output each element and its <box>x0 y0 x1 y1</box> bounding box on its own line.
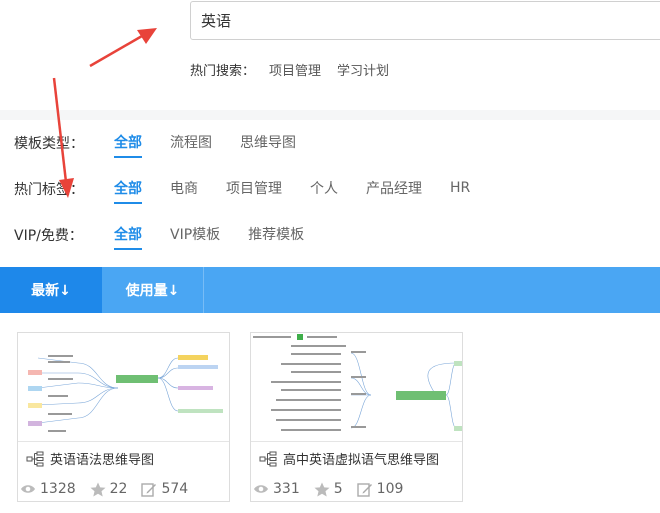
filter-tag-personal[interactable]: 个人 <box>310 178 338 201</box>
like-count: 5 <box>314 481 343 497</box>
sort-bar: 最新↓ 使用量↓ <box>0 267 660 313</box>
search-input[interactable] <box>190 1 660 40</box>
star-icon <box>90 482 106 496</box>
filter-vip-all[interactable]: 全部 <box>114 224 142 250</box>
edit-count: 109 <box>356 481 403 497</box>
template-title: 英语语法思维导图 <box>50 453 155 468</box>
search-area: 热门搜索： 项目管理 学习计划 <box>0 0 660 110</box>
filter-vip-recommended[interactable]: 推荐模板 <box>248 224 304 247</box>
filter-tag-ecommerce[interactable]: 电商 <box>170 178 198 201</box>
mindmap-icon <box>259 451 277 466</box>
hot-search-link-project[interactable]: 项目管理 <box>269 60 321 79</box>
template-title-row[interactable]: 英语语法思维导图 <box>26 449 154 468</box>
eye-icon <box>254 485 268 493</box>
template-thumbnail[interactable] <box>18 333 229 442</box>
filter-type-all[interactable]: 全部 <box>114 132 142 158</box>
view-count: 331 <box>253 481 300 497</box>
template-title: 高中英语虚拟语气思维导图 <box>283 453 440 468</box>
view-count: 1328 <box>20 481 76 497</box>
sort-newest-button[interactable]: 最新↓ <box>0 267 102 313</box>
filter-label-vip: VIP/免费： <box>14 228 83 244</box>
edit-icon <box>141 482 157 497</box>
hot-search-link-study[interactable]: 学习计划 <box>337 60 389 79</box>
filter-row-vip: VIP/免费： 全部 VIP模板 推荐模板 <box>14 223 332 250</box>
filter-tag-all[interactable]: 全部 <box>114 178 142 204</box>
section-divider <box>0 110 660 120</box>
filter-type-flowchart[interactable]: 流程图 <box>170 132 212 155</box>
template-thumbnail[interactable] <box>251 333 462 442</box>
filter-tag-pm[interactable]: 产品经理 <box>366 178 422 201</box>
like-count: 22 <box>90 481 127 497</box>
template-card[interactable]: 高中英语虚拟语气思维导图 331 5 109 <box>250 332 463 502</box>
edit-icon <box>356 482 372 497</box>
filter-row-type: 模板类型： 全部 流程图 思维导图 <box>14 131 324 158</box>
star-icon <box>314 482 330 496</box>
template-card[interactable]: 英语语法思维导图 1328 22 574 <box>17 332 230 502</box>
template-title-row[interactable]: 高中英语虚拟语气思维导图 <box>259 449 439 468</box>
eye-icon <box>21 485 35 493</box>
filter-panel: 模板类型： 全部 流程图 思维导图 热门标签： 全部 电商 项目管理 个人 产品… <box>0 120 660 267</box>
mindmap-icon <box>26 451 44 466</box>
sort-usage-button[interactable]: 使用量↓ <box>102 267 204 313</box>
filter-tag-hr[interactable]: HR <box>450 180 470 199</box>
template-stats: 331 5 109 <box>253 481 417 497</box>
hot-search-label: 热门搜索： <box>190 64 256 79</box>
edit-count: 574 <box>141 481 188 497</box>
hot-search: 热门搜索： 项目管理 学习计划 <box>190 60 405 79</box>
filter-label-type: 模板类型： <box>14 136 84 152</box>
filter-row-tags: 热门标签： 全部 电商 项目管理 个人 产品经理 HR <box>14 177 498 204</box>
filter-label-tags: 热门标签： <box>14 182 84 198</box>
template-stats: 1328 22 574 <box>20 481 202 497</box>
filter-tag-project[interactable]: 项目管理 <box>226 178 282 201</box>
filter-vip-vip[interactable]: VIP模板 <box>170 224 220 247</box>
filter-type-mindmap[interactable]: 思维导图 <box>240 132 296 155</box>
